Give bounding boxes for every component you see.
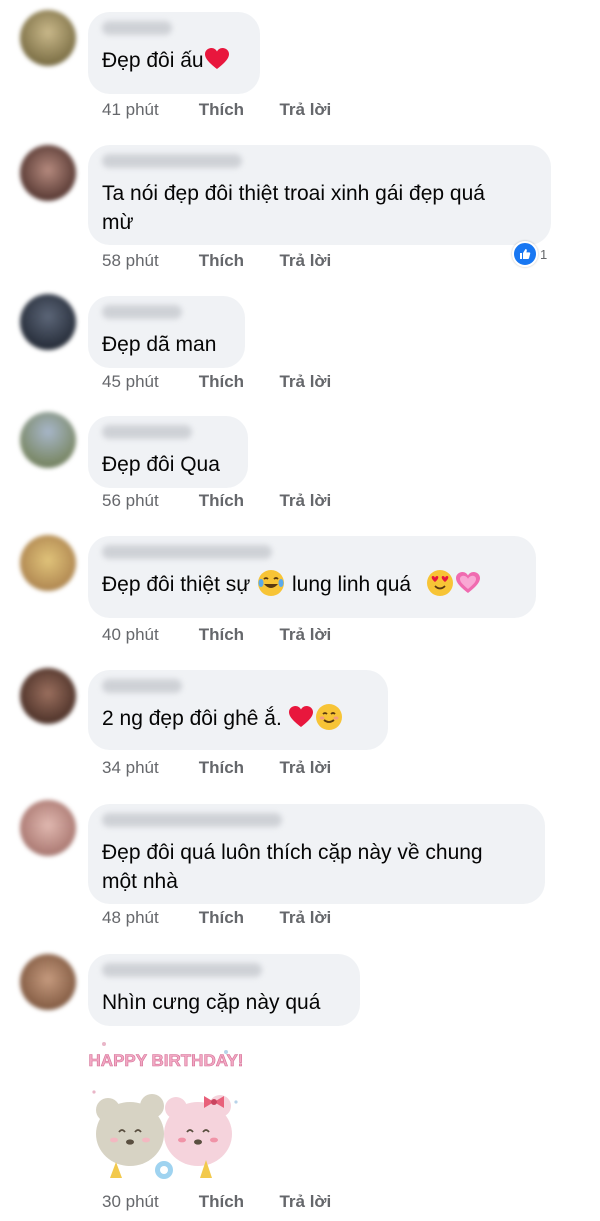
like-button[interactable]: Thích <box>199 371 275 393</box>
comment-text: 2 ng đẹp đôi ghê ắ. <box>102 704 374 733</box>
comment-bubble: 2 ng đẹp đôi ghê ắ. <box>88 670 388 750</box>
like-icon <box>512 241 538 267</box>
comment-meta: 58 phút Thích Trả lời <box>102 250 331 272</box>
comment-meta: 41 phút Thích Trả lời <box>102 99 331 121</box>
comment-time: 34 phút <box>102 758 159 777</box>
comment-text: Ta nói đẹp đôi thiệt troai xinh gái đẹp … <box>102 182 485 234</box>
avatar[interactable] <box>20 800 76 856</box>
comment-text: Đẹp dã man <box>102 333 217 356</box>
author-name-blurred[interactable] <box>102 21 172 35</box>
reply-button[interactable]: Trả lời <box>279 250 331 272</box>
comment-text: Nhìn cưng cặp này quá <box>102 991 321 1014</box>
reaction-count: 1 <box>540 246 548 262</box>
comment-time: 56 phút <box>102 491 159 510</box>
avatar[interactable] <box>20 145 76 201</box>
comment-time: 48 phút <box>102 908 159 927</box>
comment-meta: 40 phút Thích Trả lời <box>102 624 331 646</box>
comment-bubble: Ta nói đẹp đôi thiệt troai xinh gái đẹp … <box>88 145 551 245</box>
comment-time: 40 phút <box>102 625 159 644</box>
reply-button[interactable]: Trả lời <box>279 371 331 393</box>
reply-button[interactable]: Trả lời <box>279 490 331 512</box>
avatar[interactable] <box>20 412 76 468</box>
avatar[interactable] <box>20 668 76 724</box>
reply-button[interactable]: Trả lời <box>279 757 331 779</box>
like-button[interactable]: Thích <box>199 624 275 646</box>
like-button[interactable]: Thích <box>199 1191 275 1213</box>
heart-icon <box>288 705 314 729</box>
author-name-blurred[interactable] <box>102 545 272 559</box>
author-name-blurred[interactable] <box>102 154 242 168</box>
reply-button[interactable]: Trả lời <box>279 624 331 646</box>
sparkling-heart-icon <box>455 572 480 593</box>
reply-button[interactable]: Trả lời <box>279 99 331 121</box>
comment-text: Đẹp đôi thiệt sự lung linh quá <box>102 570 522 599</box>
comment-meta: 34 phút Thích Trả lời <box>102 757 331 779</box>
comment-time: 30 phút <box>102 1192 159 1211</box>
heart-icon <box>204 47 230 71</box>
avatar[interactable] <box>20 294 76 350</box>
like-button[interactable]: Thích <box>199 757 275 779</box>
author-name-blurred[interactable] <box>102 963 262 977</box>
like-button[interactable]: Thích <box>199 250 275 272</box>
comment-meta: 56 phút Thích Trả lời <box>102 490 331 512</box>
comment-bubble: Nhìn cưng cặp này quá <box>88 954 360 1026</box>
comment-text: Đẹp đôi Qua <box>102 453 220 476</box>
comment-time: 58 phút <box>102 251 159 270</box>
reaction-summary[interactable]: 1 <box>512 241 548 267</box>
tears-of-joy-emoji-icon <box>258 570 285 596</box>
comment-text: Đẹp đôi quá luôn thích cặp này về chung … <box>102 841 483 893</box>
author-name-blurred[interactable] <box>102 425 192 439</box>
reply-button[interactable]: Trả lời <box>279 907 331 929</box>
comment-time: 45 phút <box>102 372 159 391</box>
smiling-face-icon <box>315 704 342 730</box>
avatar[interactable] <box>20 535 76 591</box>
avatar[interactable] <box>20 10 76 66</box>
comment-meta: 45 phút Thích Trả lời <box>102 371 331 393</box>
comment-text: Đẹp đôi ấu <box>102 46 246 75</box>
comment-bubble: Đẹp đôi Qua <box>88 416 248 488</box>
comment-meta: 30 phút Thích Trả lời <box>102 1191 331 1213</box>
sticker-text: HAPPY BIRTHDAY! <box>89 1051 242 1070</box>
reply-button[interactable]: Trả lời <box>279 1191 331 1213</box>
comment-bubble: Đẹp đôi quá luôn thích cặp này về chung … <box>88 804 545 904</box>
like-button[interactable]: Thích <box>199 490 275 512</box>
avatar[interactable] <box>20 954 76 1010</box>
like-button[interactable]: Thích <box>199 99 275 121</box>
comment-time: 41 phút <box>102 100 159 119</box>
comment-bubble: Đẹp đôi ấu <box>88 12 260 94</box>
comment-bubble: Đẹp dã man <box>88 296 245 368</box>
comment-meta: 48 phút Thích Trả lời <box>102 907 331 929</box>
author-name-blurred[interactable] <box>102 679 182 693</box>
author-name-blurred[interactable] <box>102 305 182 319</box>
like-button[interactable]: Thích <box>199 907 275 929</box>
comment-bubble: Đẹp đôi thiệt sự lung linh quá <box>88 536 536 618</box>
heart-eyes-emoji-icon <box>426 570 453 596</box>
happy-birthday-sticker[interactable]: HAPPY BIRTHDAY! <box>86 1032 244 1182</box>
author-name-blurred[interactable] <box>102 813 282 827</box>
